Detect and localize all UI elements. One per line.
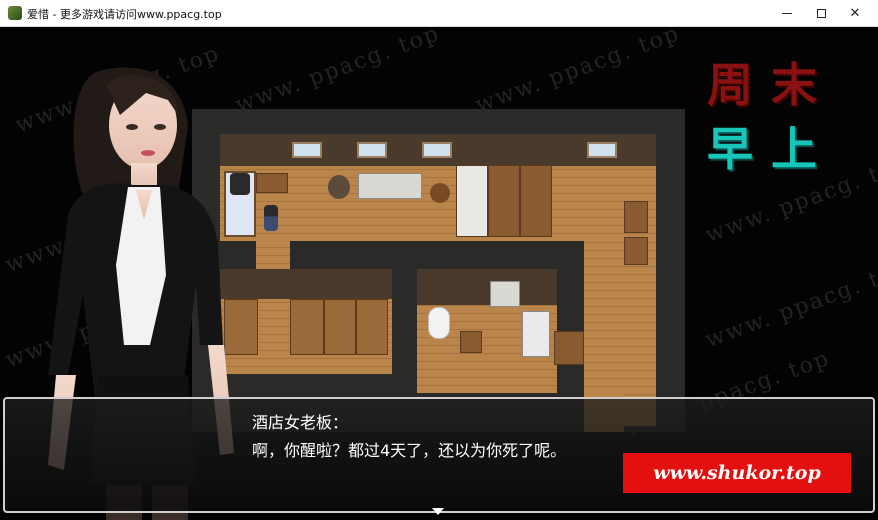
side-cabinet — [624, 237, 648, 265]
watermark: www. ppacg. top — [702, 255, 878, 354]
dialog-text: 啊，你醒啦？都过4天了，还以为你死了呢。 — [252, 441, 567, 460]
bookshelf[interactable] — [520, 165, 552, 237]
bookshelf[interactable] — [488, 165, 520, 237]
dresser — [554, 331, 584, 365]
close-button[interactable]: ✕ — [838, 0, 872, 26]
wall-left-room — [220, 269, 392, 299]
maximize-icon — [816, 8, 826, 18]
minimize-button[interactable] — [770, 0, 804, 26]
window-title: 爱惜 - 更多游戏请访问www.ppacg.top — [27, 8, 222, 21]
window-tile — [587, 142, 617, 158]
watermark: www. ppacg. top — [232, 27, 444, 119]
floor-left-corridor — [256, 241, 290, 271]
wardrobe[interactable] — [356, 299, 388, 355]
bath-sink[interactable] — [490, 281, 520, 307]
wardrobe[interactable] — [324, 299, 356, 355]
day-indicator: 周末 — [707, 58, 835, 112]
wardrobe[interactable] — [290, 299, 324, 355]
continue-arrow-icon[interactable] — [432, 508, 444, 515]
window-tile — [292, 142, 322, 158]
goods-shelf[interactable] — [456, 165, 488, 237]
window-tile — [357, 142, 387, 158]
minimize-icon — [782, 12, 792, 14]
window-tile — [422, 142, 452, 158]
speaker-name: 酒店女老板： — [252, 413, 349, 432]
close-icon: ✕ — [849, 5, 861, 21]
wall-bath — [417, 269, 557, 305]
side-cabinet — [624, 201, 648, 233]
fridge[interactable] — [522, 311, 550, 357]
tile-map[interactable] — [192, 109, 685, 432]
barrel — [328, 175, 350, 199]
pot — [430, 183, 450, 203]
app-icon — [8, 6, 22, 20]
toilet[interactable] — [428, 307, 450, 339]
maximize-button[interactable] — [804, 0, 838, 26]
site-badge-text: www.shukor.top — [653, 462, 821, 484]
kitchen-counter[interactable] — [358, 173, 422, 199]
time-indicator: 早上 — [707, 122, 835, 176]
watermark: www. ppacg. top — [472, 27, 684, 119]
site-badge: www.shukor.top — [623, 453, 851, 493]
player-character[interactable] — [264, 205, 278, 231]
game-viewport[interactable]: www. ppacg. top www. ppacg. top www. ppa… — [0, 27, 878, 520]
stool — [460, 331, 482, 353]
nightstand — [256, 173, 288, 193]
title-bar: 爱惜 - 更多游戏请访问www.ppacg.top ✕ — [0, 0, 878, 27]
